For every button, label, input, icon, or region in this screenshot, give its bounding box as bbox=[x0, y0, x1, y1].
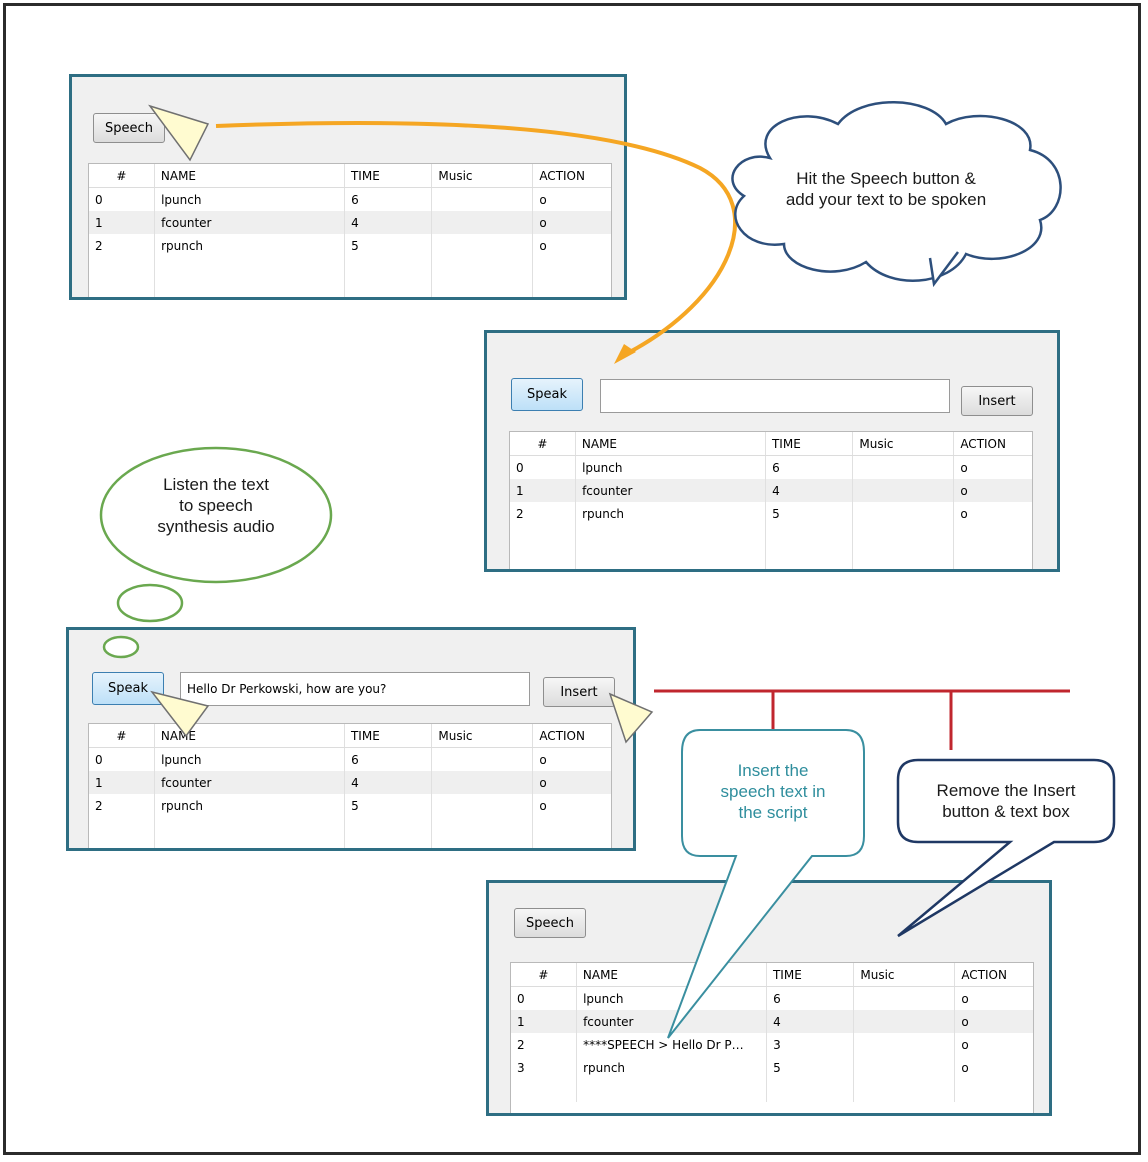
pointer-icon bbox=[150, 690, 210, 738]
thought-dot-large bbox=[116, 583, 184, 623]
orange-curved-arrow bbox=[215, 121, 738, 356]
remove-callout-text: Remove the Insert button & text box bbox=[936, 781, 1076, 821]
thought-text: Listen the text to speech synthesis audi… bbox=[157, 475, 275, 536]
insert-callout-text: Insert the speech text in the script bbox=[720, 761, 826, 822]
orange-arrowhead bbox=[614, 344, 636, 364]
pointer-icon bbox=[608, 692, 654, 744]
pointer-icon bbox=[148, 104, 210, 162]
cloud-text: Hit the Speech button & add your text to… bbox=[785, 169, 987, 209]
thought-dot-small bbox=[102, 635, 140, 659]
